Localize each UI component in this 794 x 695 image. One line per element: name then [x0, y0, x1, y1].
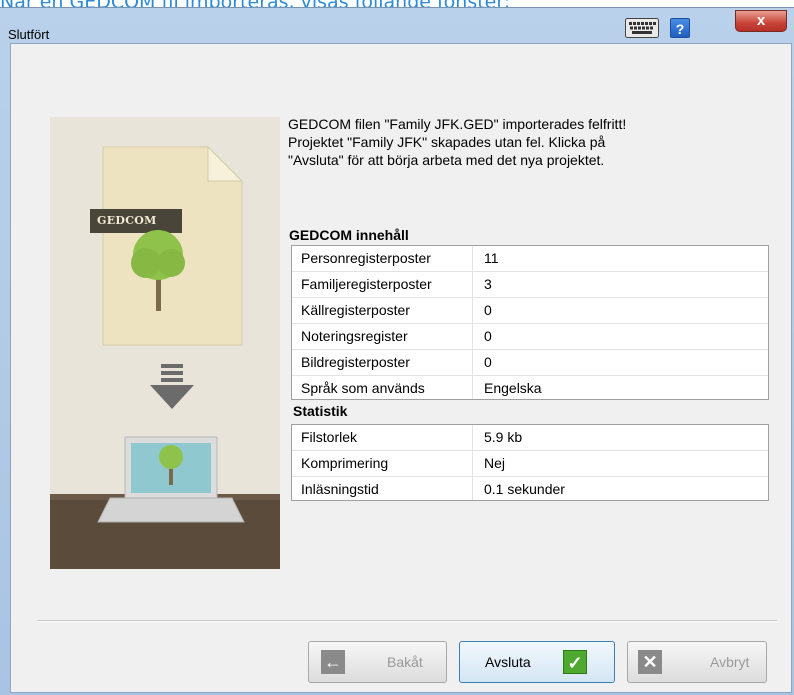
table-row: Källregisterposter 0	[292, 298, 768, 324]
row-value: 0	[484, 302, 492, 318]
title-bar: Slutfört ? x	[0, 8, 794, 48]
row-key: Bildregisterposter	[292, 350, 473, 375]
row-value: 0	[484, 354, 492, 370]
row-key: Källregisterposter	[292, 298, 473, 323]
back-button[interactable]: ← Bakåt	[308, 641, 447, 683]
finish-button-label: Avsluta	[485, 654, 531, 670]
row-value: 5.9 kb	[484, 429, 523, 445]
back-arrow-icon: ←	[321, 650, 345, 674]
dialog-client-area: GEDCOM GEDCOM filen "Family JFK.GED" imp…	[10, 43, 792, 693]
cancel-x-icon: ✕	[638, 650, 662, 674]
import-illustration: GEDCOM	[50, 117, 280, 569]
table-row: Personregisterposter 11	[292, 246, 768, 272]
table-row: Familjeregisterposter 3	[292, 272, 768, 298]
row-key: Inläsningstid	[292, 477, 473, 500]
row-key: Familjeregisterposter	[292, 272, 473, 297]
row-value: Engelska	[484, 380, 542, 396]
table-row: Filstorlek 5.9 kb	[292, 425, 768, 451]
statistics-table: Filstorlek 5.9 kb Komprimering Nej Inläsni…	[291, 424, 769, 501]
contents-table[interactable]: Personregisterposter 11 Familjeregisterpo…	[291, 245, 769, 400]
window-title: Slutfört	[8, 27, 50, 42]
row-value: Nej	[484, 455, 506, 471]
row-key: Språk som används	[292, 376, 473, 399]
table-row: Bildregisterposter 0	[292, 350, 768, 376]
footer-divider	[37, 620, 777, 622]
row-value: 0	[484, 328, 492, 344]
row-key: Personregisterposter	[292, 246, 473, 271]
row-key: Komprimering	[292, 451, 473, 476]
finish-button[interactable]: Avsluta ✓	[459, 641, 615, 683]
gedcom-badge-label: GEDCOM	[97, 214, 157, 227]
cancel-button[interactable]: ✕ Avbryt	[627, 641, 767, 683]
row-value: 3	[484, 276, 492, 292]
cancel-button-label: Avbryt	[710, 654, 750, 670]
table-row: Språk som används Engelska	[292, 376, 768, 399]
row-value: 0.1 sekunder	[484, 481, 565, 497]
table-row: Inläsningstid 0.1 sekunder	[292, 477, 768, 500]
statistics-heading: Statistik	[293, 403, 348, 419]
dialog-window: Slutfört ? x GEDCOM GEDCOM filen "Family…	[0, 7, 794, 695]
close-button[interactable]: x	[735, 10, 787, 32]
keyboard-icon[interactable]	[625, 18, 659, 38]
row-key: Noteringsregister	[292, 324, 473, 349]
row-value: 11	[484, 250, 499, 266]
checkmark-icon: ✓	[563, 650, 587, 674]
table-row: Noteringsregister 0	[292, 324, 768, 350]
contents-heading: GEDCOM innehåll	[289, 227, 409, 243]
back-button-label: Bakåt	[387, 654, 423, 670]
help-button[interactable]: ?	[670, 18, 690, 38]
row-key: Filstorlek	[292, 425, 473, 450]
import-result-message: GEDCOM filen "Family JFK.GED" importerad…	[288, 116, 627, 168]
table-row: Komprimering Nej	[292, 451, 768, 477]
